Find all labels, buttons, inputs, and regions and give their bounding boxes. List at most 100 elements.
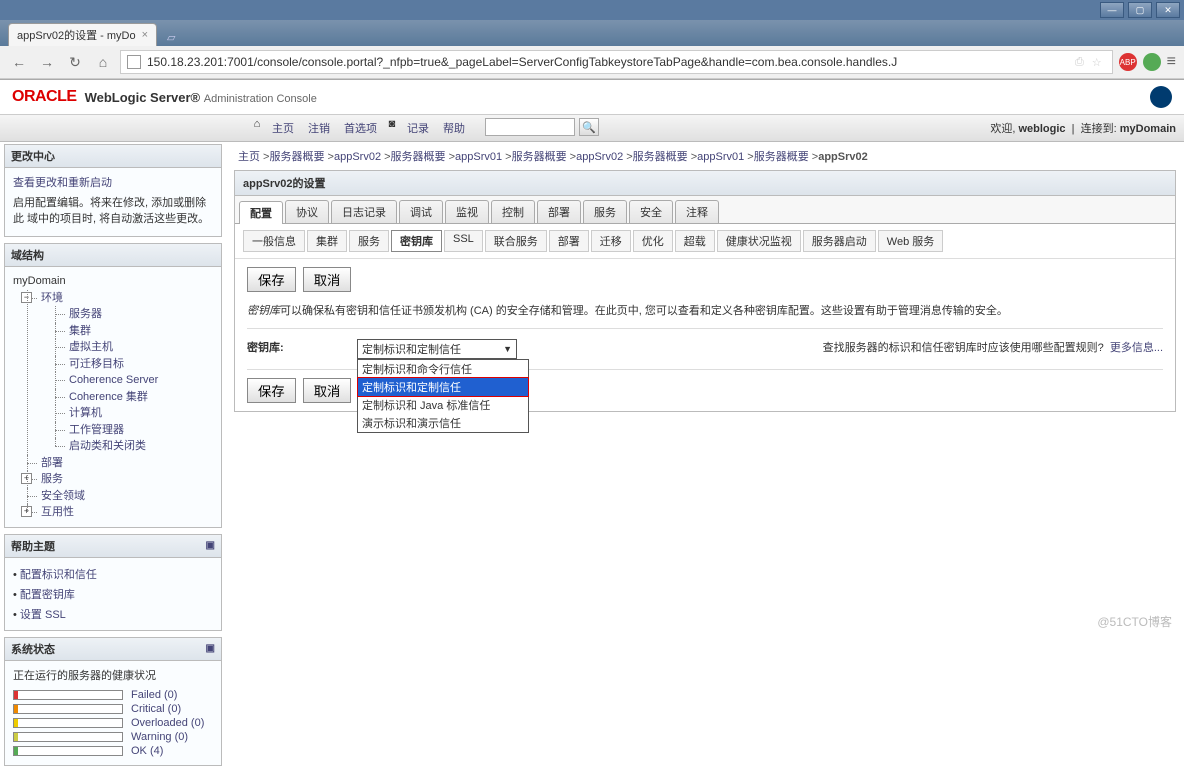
health-label[interactable]: OK (4) [131,745,163,757]
tree-item[interactable]: Coherence 集群 [69,391,148,403]
logout-link[interactable]: 注销 [302,118,336,138]
health-label[interactable]: Failed (0) [131,689,177,701]
help-topic-link[interactable]: 配置密钥库 [20,589,75,601]
tree-toggle-icon[interactable]: + [21,506,32,517]
tab-8[interactable]: 安全 [629,200,673,223]
forward-button[interactable]: → [36,51,58,73]
subtab-3[interactable]: 密钥库 [391,230,442,252]
breadcrumb-link[interactable]: appSrv01 [455,151,502,163]
reload-button[interactable]: ↻ [64,51,86,73]
tree-item[interactable]: 集群 [69,325,91,337]
subtab-6[interactable]: 部署 [549,230,589,252]
cancel-button[interactable]: 取消 [303,267,352,292]
back-button[interactable]: ← [8,51,30,73]
tab-3[interactable]: 调试 [399,200,443,223]
keystore-select[interactable]: 定制标识和定制信任 ▼ [357,339,517,359]
more-info-link[interactable]: 更多信息... [1110,342,1163,354]
tab-9[interactable]: 注释 [675,200,719,223]
breadcrumb-link[interactable]: 服务器概要 [391,151,446,163]
search-button[interactable]: 🔍 [579,118,599,136]
tree-item[interactable]: 启动类和关闭类 [69,440,146,452]
breadcrumb-link[interactable]: 服务器概要 [512,151,567,163]
subtab-5[interactable]: 联合服务 [485,230,547,252]
health-label[interactable]: Warning (0) [131,731,188,743]
help-topic-link[interactable]: 配置标识和信任 [20,569,97,581]
tree-services[interactable]: 服务 [41,473,63,485]
tree-toggle-icon[interactable]: − [21,292,32,303]
subtab-12[interactable]: Web 服务 [878,230,943,252]
browser-tab[interactable]: appSrv02的设置 - myDo × [8,23,157,46]
prefs-link[interactable]: 首选项 [338,118,383,138]
breadcrumb-link[interactable]: appSrv02 [576,151,623,163]
cancel-button[interactable]: 取消 [303,378,352,403]
tree-item[interactable]: 虚拟主机 [69,341,113,353]
subtab-8[interactable]: 优化 [633,230,673,252]
breadcrumb-link[interactable]: 服务器概要 [633,151,688,163]
panel-collapse-icon[interactable]: ▣ [206,540,215,551]
panel-collapse-icon[interactable]: ▣ [206,643,215,654]
tab-5[interactable]: 控制 [491,200,535,223]
dropdown-option[interactable]: 演示标识和演示信任 [358,414,528,432]
tab-0[interactable]: 配置 [239,201,283,224]
tab-close-icon[interactable]: × [142,29,148,41]
tree-item[interactable]: 计算机 [69,407,102,419]
tree-interop[interactable]: 互用性 [41,506,74,518]
health-bar [13,690,123,700]
domain-structure-title: 域结构 [5,244,221,267]
tree-item[interactable]: Coherence Server [69,374,158,386]
health-label[interactable]: Critical (0) [131,703,181,715]
subtab-11[interactable]: 服务器启动 [803,230,876,252]
extension-badge-icon[interactable] [1143,53,1161,71]
save-button[interactable]: 保存 [247,267,296,292]
tree-deploy[interactable]: 部署 [41,457,63,469]
subtab-9[interactable]: 超载 [675,230,715,252]
help-link[interactable]: 帮助 [437,118,471,138]
breadcrumb-link[interactable]: appSrv01 [697,151,744,163]
subtab-10[interactable]: 健康状况监视 [717,230,801,252]
dropdown-option[interactable]: 定制标识和命令行信任 [358,360,528,378]
view-changes-link[interactable]: 查看更改和重新启动 [13,177,112,189]
tab-6[interactable]: 部署 [537,200,581,223]
subtab-1[interactable]: 集群 [307,230,347,252]
subtab-7[interactable]: 迁移 [591,230,631,252]
home-link[interactable]: 主页 [266,118,300,138]
chrome-menu-icon[interactable]: ≡ [1167,53,1176,71]
save-button[interactable]: 保存 [247,378,296,403]
close-window-button[interactable]: ✕ [1156,2,1180,18]
breadcrumb-current: appSrv02 [818,151,868,163]
tree-item[interactable]: 可迁移目标 [69,358,124,370]
subtab-4[interactable]: SSL [444,230,483,252]
tab-1[interactable]: 协议 [285,200,329,223]
breadcrumb-link[interactable]: 主页 [238,151,260,163]
tree-toggle-icon[interactable]: + [21,473,32,484]
help-topic-link[interactable]: 设置 SSL [20,609,66,621]
breadcrumb-link[interactable]: 服务器概要 [754,151,809,163]
home-button[interactable]: ⌂ [92,51,114,73]
health-label[interactable]: Overloaded (0) [131,717,204,729]
tree-security[interactable]: 安全领域 [41,490,85,502]
tab-4[interactable]: 监视 [445,200,489,223]
new-tab-button[interactable]: ▱ [161,29,181,46]
tree-item[interactable]: 服务器 [69,308,102,320]
breadcrumb-link[interactable]: 服务器概要 [269,151,324,163]
reader-icon[interactable]: ⎙ [1075,56,1084,69]
dropdown-option[interactable]: 定制标识和 Java 标准信任 [358,396,528,414]
bookmark-star-icon[interactable]: ☆ [1092,56,1102,69]
tab-2[interactable]: 日志记录 [331,200,397,223]
search-input[interactable] [485,118,575,136]
home-icon: ⌂ [250,118,264,138]
tree-env[interactable]: 环境 [41,292,63,304]
tree-root[interactable]: myDomain [13,273,213,290]
subtab-0[interactable]: 一般信息 [243,230,305,252]
maximize-button[interactable]: ▢ [1128,2,1152,18]
abp-badge-icon[interactable]: ABP [1119,53,1137,71]
tab-7[interactable]: 服务 [583,200,627,223]
url-field[interactable]: 150.18.23.201:7001/console/console.porta… [120,50,1113,74]
breadcrumb-link[interactable]: appSrv02 [334,151,381,163]
tree-item[interactable]: 工作管理器 [69,424,124,436]
record-link[interactable]: 记录 [401,118,435,138]
minimize-button[interactable]: — [1100,2,1124,18]
subtab-2[interactable]: 服务 [349,230,389,252]
dropdown-option[interactable]: 定制标识和定制信任 [358,378,528,396]
health-bar [13,704,123,714]
